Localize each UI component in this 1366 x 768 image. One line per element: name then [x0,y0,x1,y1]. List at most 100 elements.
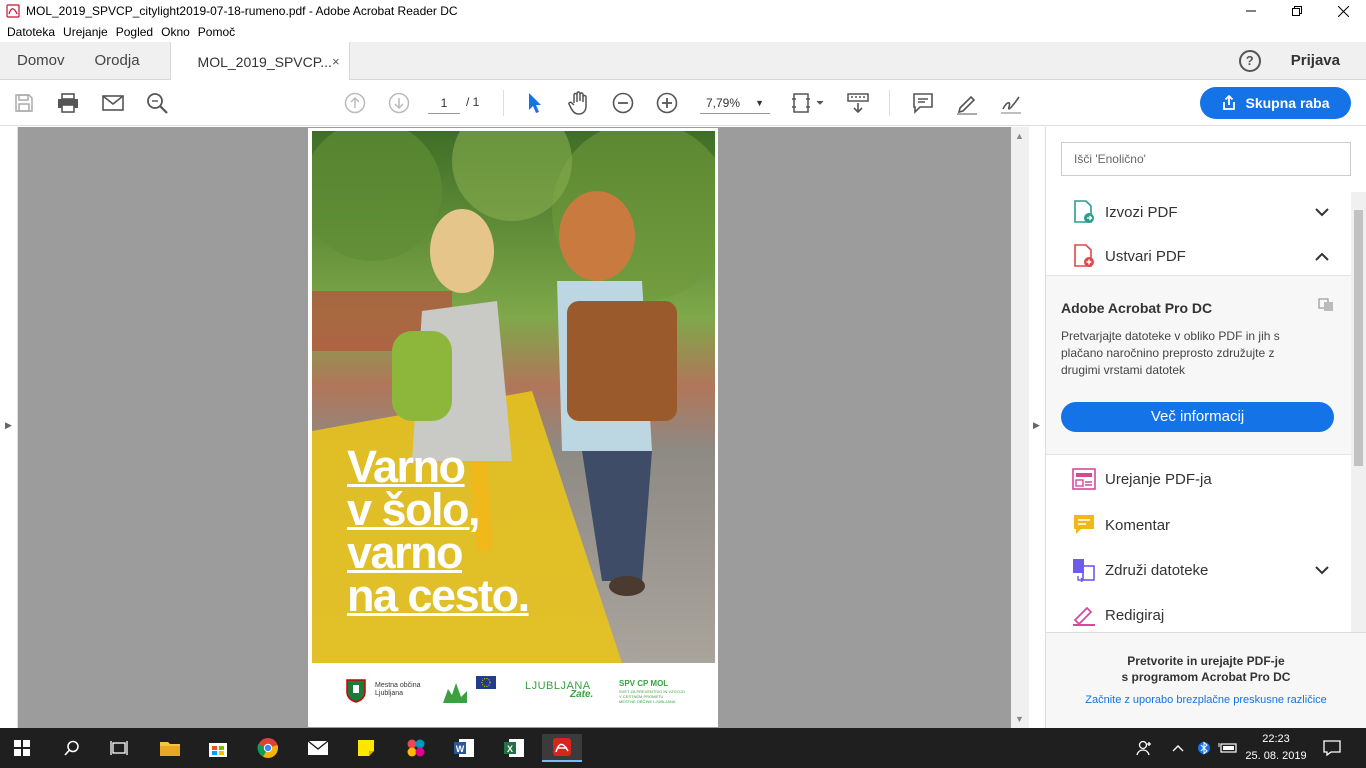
menu-okno[interactable]: Okno [161,25,190,39]
print-icon[interactable] [55,90,81,116]
toolbar-divider [889,90,890,116]
right-panel-toggle[interactable]: ▶ [1029,127,1046,728]
svg-text:X: X [507,744,513,754]
poster-line: varno [347,527,464,578]
document-area: ▶ Varno v šolo, varno na cesto. Mestna o… [0,127,1029,728]
tab-home[interactable]: Domov [0,42,80,79]
menu-pogled[interactable]: Pogled [116,25,153,39]
bluetooth-icon[interactable] [1198,728,1210,768]
sign-icon[interactable] [998,90,1024,116]
search-icon[interactable] [144,90,170,116]
photos-app-icon[interactable] [396,734,436,762]
tools-panel: Išči 'Enolično' Izvozi PDF Ustvari PDF A… [1046,127,1366,728]
chevron-right-icon: ▶ [1033,420,1040,430]
acrobat-pro-promo: Adobe Acrobat Pro DC Pretvarjajte datote… [1046,275,1351,455]
redact-icon [1072,603,1096,627]
left-panel-toggle[interactable]: ▶ [0,127,18,728]
tool-export-pdf-label: Izvozi PDF [1105,203,1178,221]
zoom-dropdown[interactable]: 7,79% ▼ [700,92,770,114]
share-button[interactable]: Skupna raba [1200,87,1351,119]
sticky-notes-icon[interactable] [346,734,386,762]
select-cursor-icon[interactable] [522,90,548,116]
save-icon[interactable] [11,90,37,116]
scroll-up-icon[interactable]: ▲ [1015,131,1024,141]
close-tab-icon[interactable]: × [332,54,340,69]
highlight-icon[interactable] [954,90,980,116]
poster-line: v šolo, [347,484,481,535]
tab-tools[interactable]: Orodja [80,42,155,79]
chevron-up-tray-icon[interactable] [1172,728,1184,768]
share-label: Skupna raba [1245,95,1330,111]
windows-start-icon[interactable] [2,734,42,762]
excel-icon[interactable]: X [494,734,534,762]
window-title: MOL_2019_SPVCP_citylight2019-07-18-rumen… [26,4,458,18]
hand-icon[interactable] [566,90,592,116]
tool-edit-pdf[interactable]: Urejanje PDF-ja [1046,457,1351,501]
page-number-input[interactable]: 1 [428,92,460,114]
zate-text: Zate. [570,689,594,700]
zoom-out-icon[interactable] [610,90,636,116]
tool-combine-files[interactable]: Združi datoteke [1046,548,1351,592]
acrobat-taskbar-icon[interactable] [542,734,582,762]
tool-create-pdf-label: Ustvari PDF [1105,247,1186,265]
chevron-right-icon: ▶ [5,420,12,430]
menu-urejanje[interactable]: Urejanje [63,25,108,39]
store-icon[interactable] [198,734,238,762]
help-icon[interactable]: ? [1238,49,1261,72]
battery-icon[interactable] [1218,728,1238,768]
eu-flag-icon [476,676,496,689]
chevron-down-icon [1315,204,1329,220]
menu-pomoc[interactable]: Pomoč [198,25,235,39]
clock-time: 22:23 [1262,733,1290,745]
page-down-icon[interactable] [386,90,412,116]
page-up-icon[interactable] [342,90,368,116]
minimize-button[interactable] [1228,0,1274,22]
tool-redact[interactable]: Redigiraj [1046,593,1351,637]
tool-comment[interactable]: Komentar [1046,503,1351,547]
panel-scrollbar[interactable] [1351,192,1366,632]
scroll-down-icon[interactable]: ▼ [1015,714,1024,724]
file-explorer-icon[interactable] [150,734,190,762]
document-canvas[interactable]: Varno v šolo, varno na cesto. Mestna obč… [18,127,1011,728]
chevron-down-icon [1315,562,1329,578]
close-window-button[interactable] [1320,0,1366,22]
chrome-icon[interactable] [248,734,288,762]
signin-link[interactable]: Prijava [1291,52,1340,69]
poster-line: Varno [347,441,466,492]
notifications-icon[interactable] [1323,728,1341,768]
more-info-button[interactable]: Več informacij [1061,402,1334,432]
system-clock[interactable]: 22:23 25. 08. 2019 [1238,731,1314,765]
email-icon[interactable] [100,90,126,116]
tools-search-input[interactable]: Išči 'Enolično' [1061,142,1351,176]
acrobat-app-icon [6,4,20,18]
mol-crest-icon [346,679,366,703]
restore-button[interactable] [1274,0,1320,22]
spv-logo-title: SPV CP MOL [619,679,669,688]
free-trial-link[interactable]: Začnite z uporabo brezplačne preskusne r… [1046,694,1366,706]
tab-document[interactable]: MOL_2019_SPVCP... × [169,42,350,81]
poster-line: na cesto. [347,570,530,621]
share-icon [1223,95,1236,110]
task-view-icon[interactable] [99,734,139,762]
menu-datoteka[interactable]: Datoteka [7,25,55,39]
taskbar-search-icon[interactable] [52,734,92,762]
comment-icon[interactable] [910,90,936,116]
zoom-in-icon[interactable] [654,90,680,116]
tool-create-pdf[interactable]: Ustvari PDF [1046,234,1351,278]
mail-icon[interactable] [298,734,338,762]
toolbar-divider [503,90,504,116]
tab-bar: Domov Orodja MOL_2019_SPVCP... × ? Prija… [0,42,1366,81]
svg-text:W: W [456,744,465,754]
document-scrollbar[interactable]: ▲ ▼ [1011,127,1029,728]
people-icon[interactable] [1136,728,1154,768]
tab-document-label: MOL_2019_SPVCP... [197,53,332,70]
tool-combine-files-label: Združi datoteke [1105,561,1209,579]
scroll-mode-icon[interactable] [845,90,871,116]
fit-page-icon[interactable] [790,90,826,116]
poster-photo: Varno v šolo, varno na cesto. [312,131,715,663]
tool-export-pdf[interactable]: Izvozi PDF [1046,190,1351,234]
word-icon[interactable]: W [444,734,484,762]
panel-scroll-thumb[interactable] [1354,210,1363,466]
tool-redact-label: Redigiraj [1105,606,1165,624]
toolbar: 1 / 1 7,79% ▼ [0,80,1366,126]
